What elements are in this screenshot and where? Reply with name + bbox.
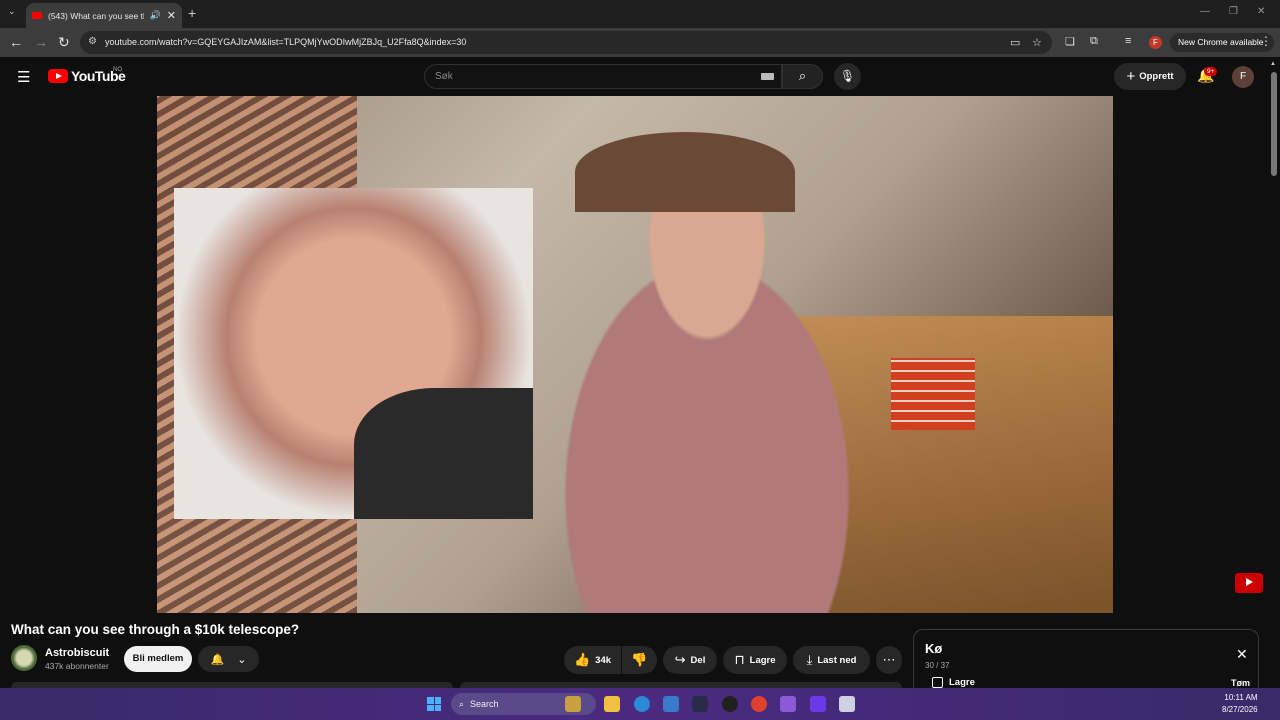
create-button[interactable]: + Opprett xyxy=(1114,63,1186,90)
more-horizontal-icon: ⋯ xyxy=(882,652,896,667)
like-button[interactable]: 👍 34k xyxy=(564,646,621,674)
dislike-button[interactable]: 👎 xyxy=(622,646,657,674)
queue-clear-button[interactable]: Tøm xyxy=(1231,678,1250,688)
tab-groups-icon[interactable]: ❏ xyxy=(1065,35,1075,48)
site-info-icon[interactable]: ⚙ xyxy=(88,36,97,47)
save-label: Lagre xyxy=(749,654,776,666)
page-scrollbar[interactable]: ▲ xyxy=(1268,57,1280,688)
scrollbar-thumb[interactable] xyxy=(1271,72,1277,176)
back-icon[interactable]: ← xyxy=(9,34,23,50)
snipping-tool-icon[interactable] xyxy=(692,696,708,712)
checkbox-icon xyxy=(932,677,943,688)
browser-toolbar: ← → ↻ ⚙ youtube.com/watch?v=GQEYGAJIzAM&… xyxy=(0,28,1280,57)
queue-save-label: Lagre xyxy=(949,677,975,688)
cast-icon[interactable]: ▭ xyxy=(1010,36,1020,49)
channel-avatar[interactable] xyxy=(11,645,37,671)
subscribe-watermark-icon[interactable] xyxy=(1235,573,1263,593)
new-chrome-available-button[interactable]: New Chrome available xyxy=(1170,33,1274,52)
account-avatar[interactable]: F xyxy=(1232,66,1254,88)
notification-badge: 9+ xyxy=(1204,67,1218,76)
queue-close-icon[interactable]: ✕ xyxy=(1236,646,1248,663)
youtube-play-logo-icon xyxy=(48,69,68,83)
thumbs-down-icon: 👎 xyxy=(631,652,648,667)
queue-save-button[interactable]: Lagre xyxy=(932,677,975,688)
video-title: What can you see through a $10k telescop… xyxy=(11,622,300,637)
bell-icon: 🔔 xyxy=(210,653,225,666)
close-tab-icon[interactable]: ✕ xyxy=(167,9,176,22)
queue-position: 30 / 37 xyxy=(925,661,950,670)
windows-taskbar: ⌕ Search 10:11 AM 8/27/2026 xyxy=(0,688,1280,720)
thumbs-up-icon: 👍 xyxy=(573,652,591,667)
chevron-down-icon: ⌄ xyxy=(237,653,247,666)
app-icon[interactable] xyxy=(663,696,679,712)
microphone-icon: 🎙 xyxy=(839,69,856,83)
clock-time: 10:11 AM xyxy=(1224,693,1258,702)
share-label: Del xyxy=(690,654,706,666)
browser-tab-strip: ⌄ (543) What can you see thr 🔊 ✕ + — ❐ ✕ xyxy=(0,0,1280,28)
file-explorer-icon[interactable] xyxy=(604,696,620,712)
like-count: 34k xyxy=(595,654,612,666)
window-close-icon[interactable]: ✕ xyxy=(1257,6,1265,17)
windows-start-icon[interactable] xyxy=(427,697,441,711)
keyboard-icon[interactable] xyxy=(761,73,774,80)
chrome-profile-avatar[interactable]: F xyxy=(1149,36,1162,49)
taskbar-search-label: Search xyxy=(470,699,499,709)
voice-search-button[interactable]: 🎙 xyxy=(834,63,861,90)
video-player[interactable] xyxy=(157,96,1113,613)
bookmark-icon: ⊓ xyxy=(734,652,745,667)
scroll-up-arrow-icon[interactable]: ▲ xyxy=(1270,61,1276,67)
download-icon: ⤓ xyxy=(806,652,813,667)
media-controls-icon[interactable]: ≡ xyxy=(1125,35,1131,47)
channel-name[interactable]: Astrobiscuit xyxy=(45,647,109,659)
save-button[interactable]: ⊓ Lagre xyxy=(723,646,787,674)
reload-icon[interactable]: ↻ xyxy=(58,34,70,51)
region-code: NO xyxy=(113,67,122,73)
youtube-favicon-icon xyxy=(32,12,42,19)
plus-icon: + xyxy=(1126,68,1136,85)
search-input[interactable]: Søk xyxy=(424,64,782,89)
subscription-bell-button[interactable]: 🔔 ⌄ xyxy=(198,646,259,672)
hamburger-menu-icon[interactable]: ☰ xyxy=(17,68,30,86)
video-inset-shirt xyxy=(354,388,533,519)
subscriber-count: 437k abonnenter xyxy=(45,661,109,671)
search-button[interactable]: ⌕ xyxy=(782,64,823,89)
download-button[interactable]: ⤓ Last ned xyxy=(793,646,870,674)
join-button[interactable]: Bli medlem xyxy=(124,646,192,672)
share-icon: ↪ xyxy=(674,652,686,667)
more-actions-button[interactable]: ⋯ xyxy=(876,646,902,674)
new-tab-button[interactable]: + xyxy=(188,5,196,21)
system-clock[interactable]: 10:11 AM 8/27/2026 xyxy=(1222,692,1258,716)
app-icon[interactable] xyxy=(780,696,796,712)
restore-icon[interactable]: ❐ xyxy=(1229,6,1238,17)
create-label: Opprett xyxy=(1139,71,1174,82)
video-inset-face xyxy=(174,188,533,519)
app-icon[interactable] xyxy=(810,696,826,712)
search-icon: ⌕ xyxy=(798,68,807,83)
app-icon[interactable] xyxy=(839,696,855,712)
download-label: Last ned xyxy=(817,654,857,666)
chrome-icon[interactable] xyxy=(751,696,767,712)
bookmark-star-icon[interactable]: ☆ xyxy=(1032,36,1042,49)
share-button[interactable]: ↪ Del xyxy=(663,646,717,674)
extensions-icon[interactable]: ⧉ xyxy=(1090,35,1098,48)
queue-panel: Kø 30 / 37 ✕ Lagre Tøm xyxy=(913,629,1259,688)
chrome-menu-icon[interactable]: ⋮ xyxy=(1260,34,1272,48)
url-text: youtube.com/watch?v=GQEYGAJIzAM&list=TLP… xyxy=(105,37,467,47)
minimize-icon[interactable]: — xyxy=(1200,6,1210,17)
queue-title: Kø xyxy=(925,641,943,656)
browser-tab-active[interactable]: (543) What can you see thr 🔊 ✕ xyxy=(26,3,182,28)
youtube-header: ☰ YouTube NO Søk ⌕ 🎙 + Opprett 🔔 9+ F xyxy=(0,57,1268,96)
clock-date: 8/27/2026 xyxy=(1222,705,1258,714)
tab-title: (543) What can you see thr xyxy=(48,10,144,21)
edge-browser-icon[interactable] xyxy=(634,696,650,712)
forward-icon[interactable]: → xyxy=(34,34,48,50)
tab-search-icon[interactable]: ⌄ xyxy=(8,6,16,17)
speaker-icon[interactable]: 🔊 xyxy=(150,10,161,21)
address-bar[interactable]: ⚙ youtube.com/watch?v=GQEYGAJIzAM&list=T… xyxy=(80,31,1052,54)
taskbar-search-icon: ⌕ xyxy=(459,698,465,709)
obs-icon[interactable] xyxy=(722,696,738,712)
video-presenter-hair xyxy=(575,132,795,212)
widget-icon[interactable] xyxy=(565,696,581,712)
